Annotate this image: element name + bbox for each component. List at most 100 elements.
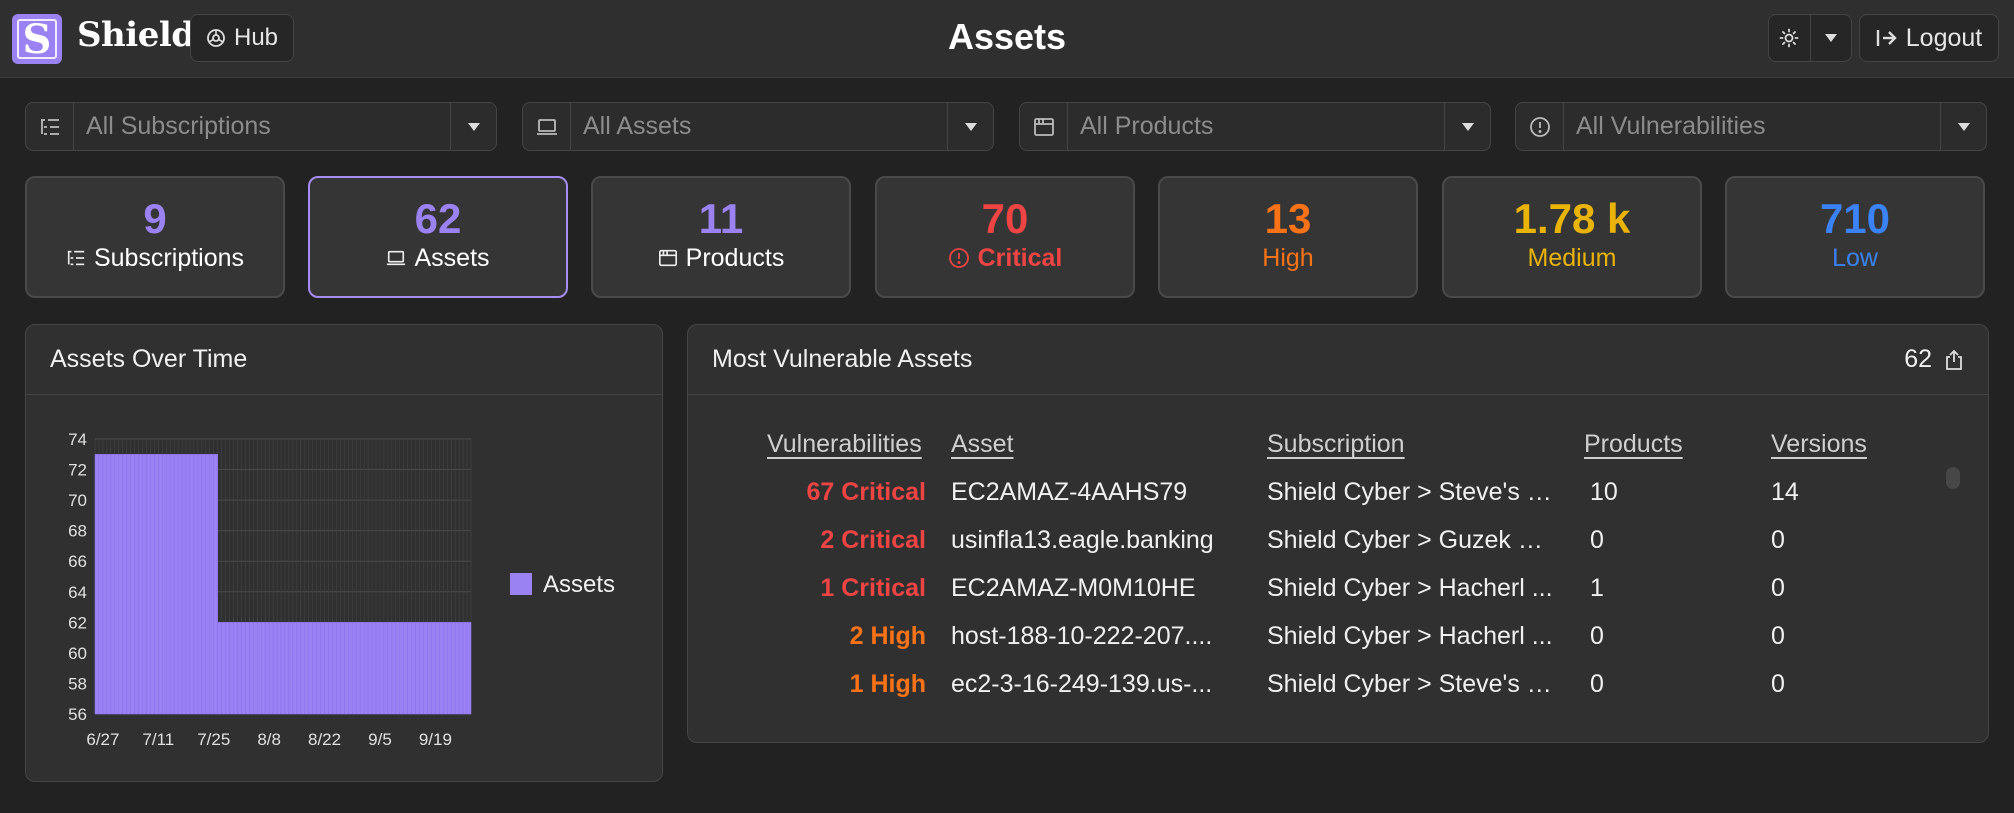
stat-card-subscriptions[interactable]: 9 Subscriptions <box>25 176 285 298</box>
y-tick-label: 70 <box>68 491 87 510</box>
chart-bar <box>138 454 143 715</box>
y-tick-label: 68 <box>68 522 87 541</box>
subscription-cell: Shield Cyber > Guzek & ... <box>1267 526 1557 554</box>
chart-bar <box>443 622 448 715</box>
stat-label: Assets <box>414 244 490 272</box>
chart-bar <box>241 622 246 715</box>
vulnerabilities-filter-placeholder: All Vulnerabilities <box>1576 112 1766 140</box>
theme-dropdown-button[interactable] <box>1809 15 1852 61</box>
chart-bar <box>367 622 373 715</box>
products-cell: 1 <box>1590 574 1604 602</box>
chart-bar <box>229 622 234 715</box>
chart-bar <box>391 622 397 715</box>
scrollbar-thumb[interactable] <box>1946 467 1960 489</box>
panel-header: Assets Over Time <box>26 325 662 395</box>
chart-bar <box>94 454 100 715</box>
chart-bar <box>249 622 254 715</box>
chart-bar <box>450 622 456 715</box>
alert-circle-icon <box>1529 116 1550 137</box>
chart-bar <box>407 622 412 715</box>
chart-bar <box>411 622 416 715</box>
chart-bar <box>185 454 191 715</box>
x-tick-label: 7/25 <box>197 730 230 749</box>
chart-bar <box>466 622 472 715</box>
stat-card-assets[interactable]: 62 Assets <box>308 176 568 298</box>
logout-label: Logout <box>1905 23 1983 52</box>
export-icon[interactable] <box>1944 349 1964 371</box>
stat-card-medium[interactable]: 1.78 k Medium <box>1442 176 1702 298</box>
chart-bar <box>447 622 452 715</box>
chart-bar <box>454 622 460 715</box>
assets-filter[interactable]: All Assets <box>522 102 994 151</box>
chart-bar <box>272 622 278 715</box>
chart-bar <box>165 454 171 715</box>
legend-swatch <box>510 573 532 595</box>
chart-bar <box>169 454 175 715</box>
subscription-cell: Shield Cyber > Hacherl ... <box>1267 574 1553 602</box>
chart-bar <box>237 622 242 715</box>
products-cell: 0 <box>1590 670 1604 698</box>
vulnerability-cell: 67 Critical <box>806 478 926 506</box>
laptop-icon <box>387 250 406 266</box>
versions-cell: 14 <box>1771 478 1799 506</box>
chart-bar <box>213 454 218 715</box>
x-tick-label: 9/19 <box>419 730 452 749</box>
stat-card-critical[interactable]: 70 Critical <box>875 176 1135 298</box>
panel-title: Most Vulnerable Assets <box>712 345 973 373</box>
column-header-asset[interactable]: Asset <box>951 430 1014 459</box>
products-filter[interactable]: All Products <box>1019 102 1491 151</box>
chart-bar <box>189 454 195 715</box>
chart-bar <box>193 454 199 715</box>
chart-bar <box>122 454 127 715</box>
column-header-subscription[interactable]: Subscription <box>1267 430 1405 459</box>
column-header-products[interactable]: Products <box>1584 430 1683 459</box>
page-title: Assets <box>947 16 1067 57</box>
chart-bar <box>142 454 147 715</box>
y-tick-label: 60 <box>68 644 87 663</box>
chart-bar <box>209 454 214 715</box>
subscriptions-filter[interactable]: All Subscriptions <box>25 102 497 151</box>
chart-bar <box>98 454 104 715</box>
asset-cell: EC2AMAZ-4AAHS79 <box>951 478 1188 506</box>
list-icon <box>67 250 85 266</box>
chart-bar <box>355 622 361 715</box>
stat-card-high[interactable]: 13 High <box>1158 176 1418 298</box>
chart-bar <box>181 454 187 715</box>
vulnerability-cell: 2 High <box>849 622 926 650</box>
chart-bar <box>225 622 230 715</box>
list-icon <box>40 118 59 135</box>
chart-bar <box>233 622 238 715</box>
stat-value: 11 <box>698 195 744 242</box>
column-header-versions[interactable]: Versions <box>1771 430 1867 459</box>
vulnerabilities-filter[interactable]: All Vulnerabilities <box>1515 102 1987 151</box>
chart-bar <box>162 454 167 715</box>
chart-bar <box>458 622 464 715</box>
chart-bar <box>158 454 163 715</box>
chart-bar <box>324 622 329 715</box>
logout-button[interactable]: Logout <box>1859 14 1999 62</box>
browser-window-icon <box>658 249 677 267</box>
chart-bar <box>395 622 401 715</box>
stat-label: Subscriptions <box>93 244 245 272</box>
chart-bar <box>197 454 203 715</box>
stat-label: High <box>1262 244 1314 272</box>
chart-bar <box>264 622 270 715</box>
chart-bar <box>134 454 139 715</box>
x-tick-label: 8/8 <box>257 730 281 749</box>
stat-card-low[interactable]: 710 Low <box>1725 176 1985 298</box>
column-header-vulnerabilities[interactable]: Vulnerabilities <box>767 430 922 459</box>
chart-bar <box>435 622 440 715</box>
chart-bar <box>379 622 385 715</box>
chart-bar <box>427 622 432 715</box>
theme-button[interactable] <box>1769 15 1810 61</box>
stat-value: 1.78 k <box>1513 195 1631 242</box>
asset-cell: host-188-10-222-207.... <box>951 622 1213 650</box>
stat-card-products[interactable]: 11 Products <box>591 176 851 298</box>
legend-label[interactable]: Assets <box>543 571 615 598</box>
chart-bar <box>363 622 369 715</box>
asset-cell: ec2-3-16-249-139.us-... <box>951 670 1213 698</box>
chart-bar <box>146 454 151 715</box>
versions-cell: 0 <box>1771 622 1785 650</box>
stat-label: Critical <box>977 244 1063 272</box>
chart-bar <box>173 454 179 715</box>
